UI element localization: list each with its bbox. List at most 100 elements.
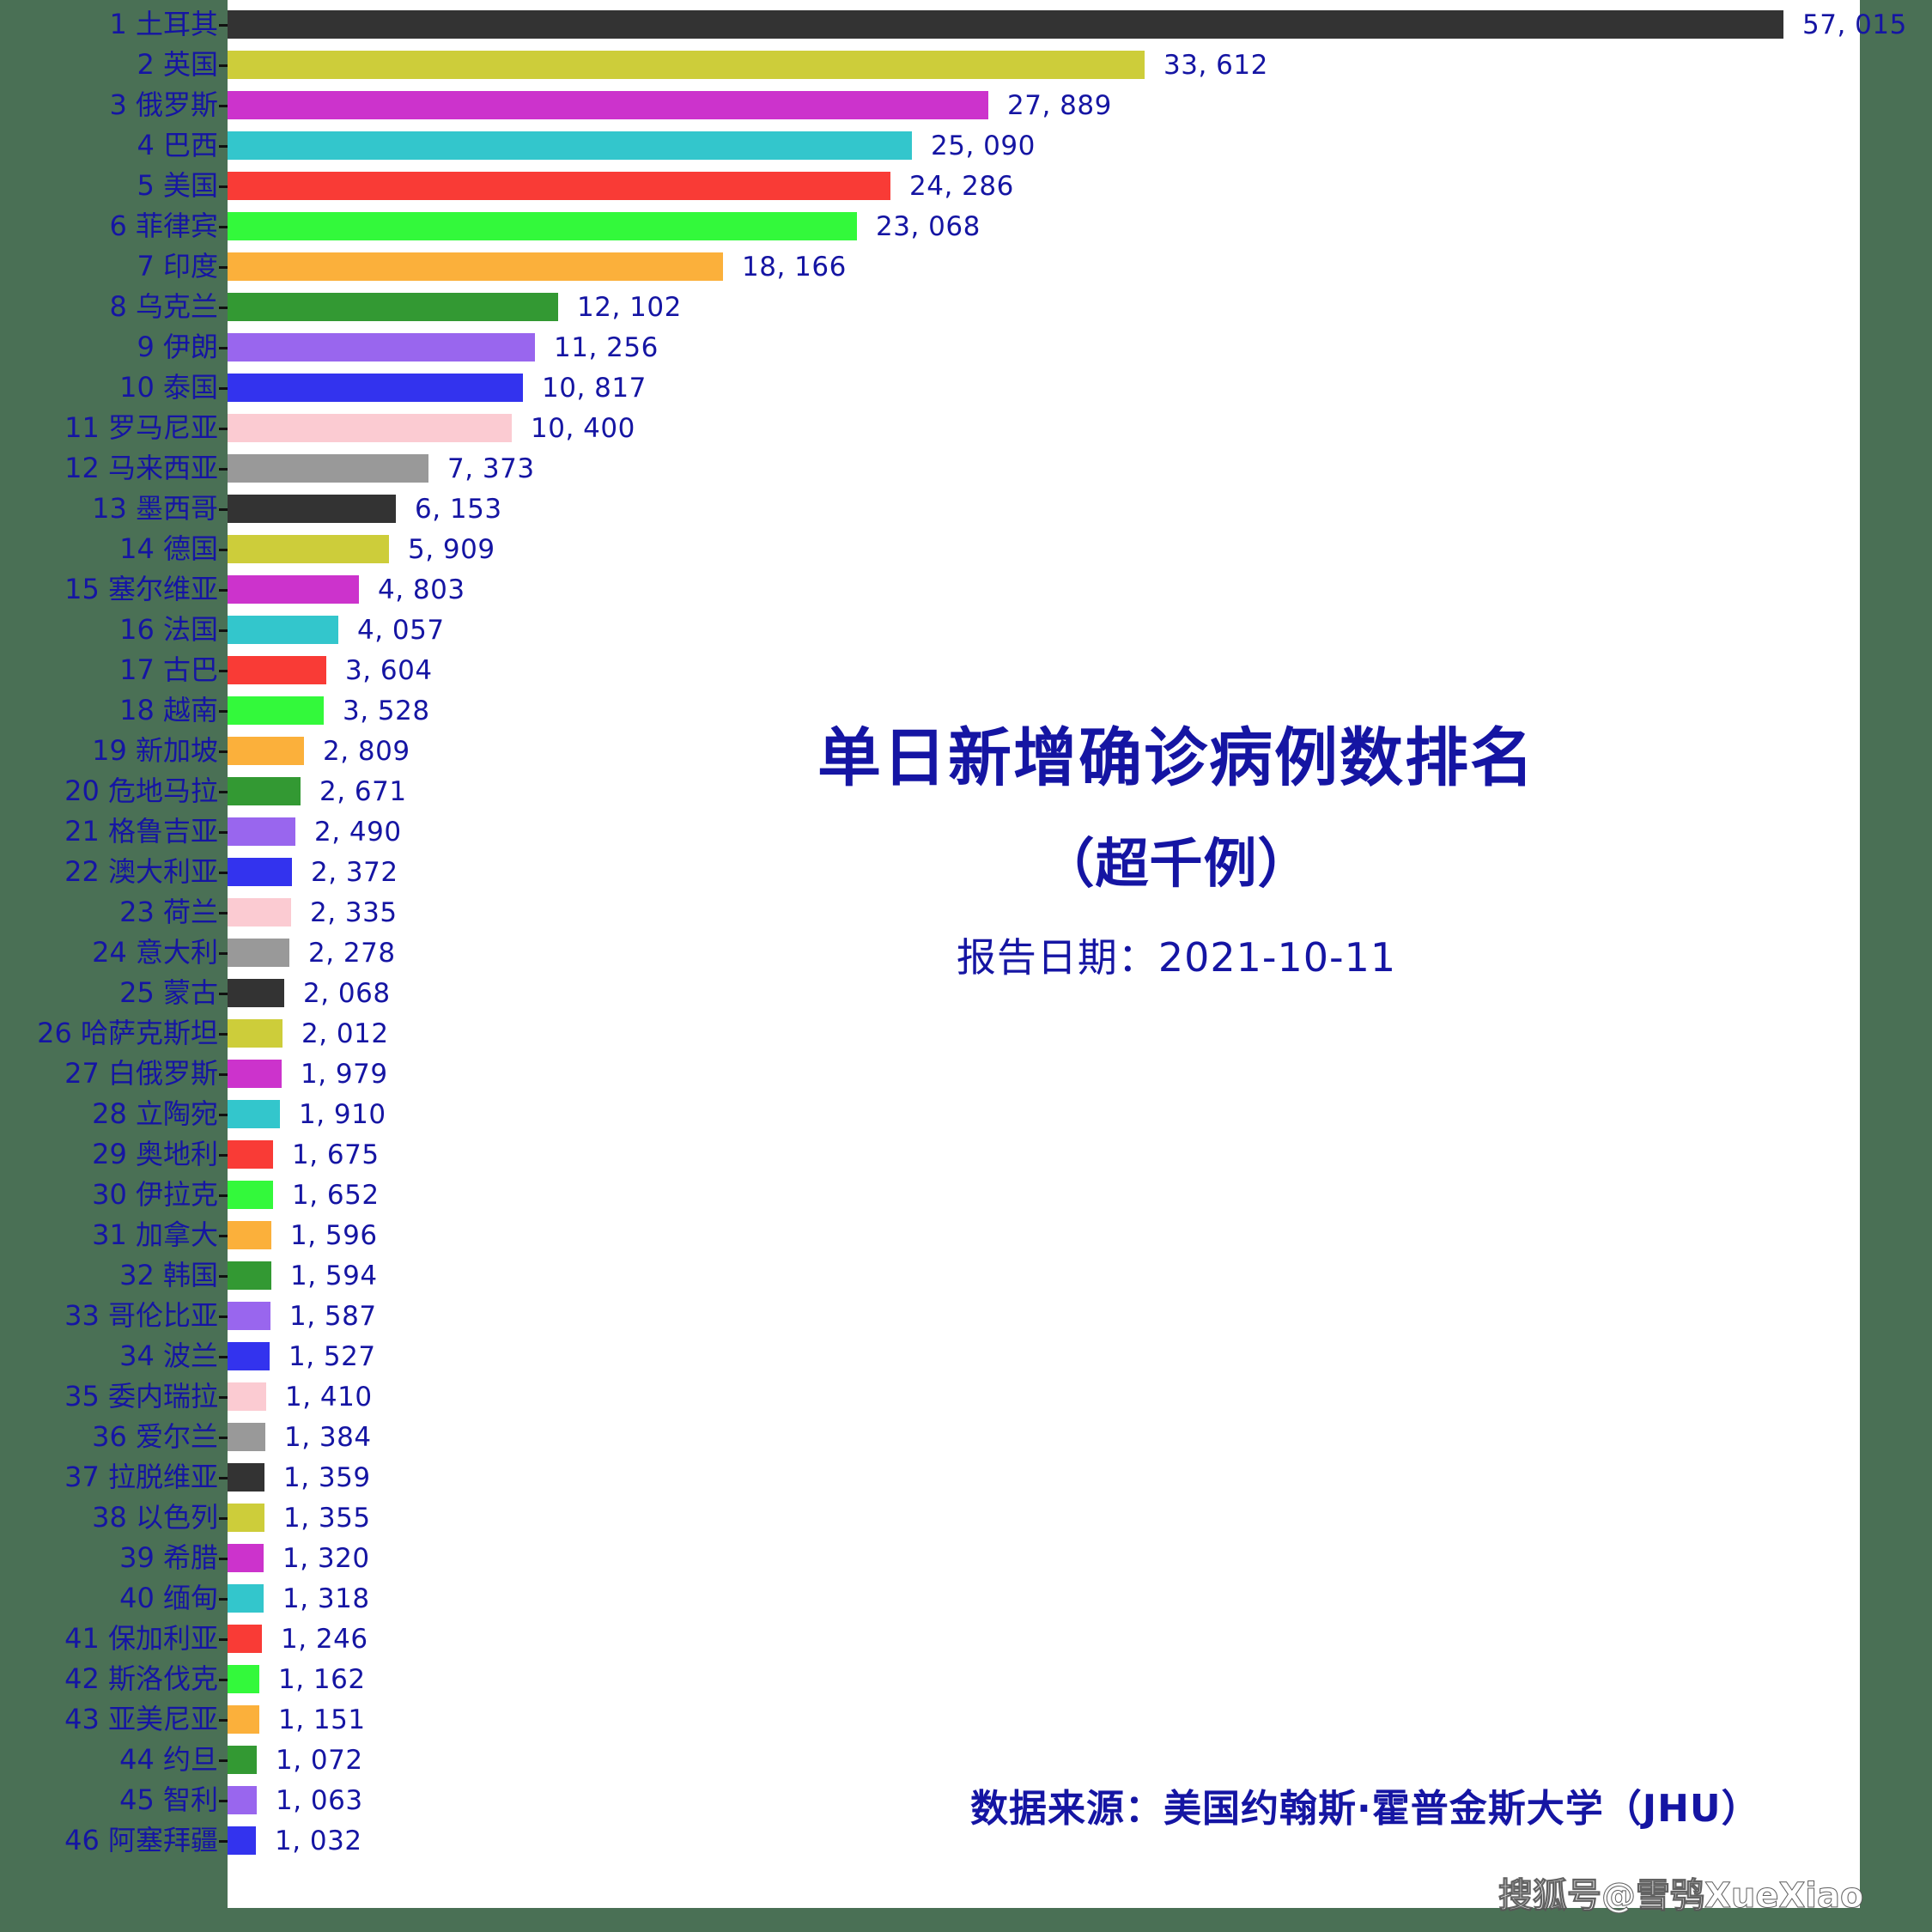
bar <box>228 1060 282 1088</box>
y-axis-tick-mark <box>219 548 228 551</box>
bar <box>228 374 523 402</box>
bar-value-label: 6, 153 <box>415 493 502 525</box>
bar <box>228 1261 271 1290</box>
y-axis-tick-label: 34 波兰 <box>119 1339 218 1372</box>
bar <box>228 1826 256 1855</box>
bar-value-label: 23, 068 <box>876 210 981 242</box>
chart-bar-row: 1, 318 <box>228 1583 1860 1614</box>
bar-value-label: 3, 604 <box>345 654 433 686</box>
bar-value-label: 1, 320 <box>283 1542 370 1574</box>
y-axis-tick-mark <box>219 1274 228 1278</box>
y-axis-tick-mark <box>219 225 228 228</box>
bar <box>228 1100 280 1128</box>
bar <box>228 575 359 604</box>
bar-value-label: 1, 318 <box>283 1583 370 1614</box>
bar-value-label: 1, 384 <box>284 1421 372 1453</box>
y-axis-tick-mark <box>219 1678 228 1681</box>
y-axis-tick-label: 6 菲律宾 <box>109 209 218 242</box>
bar <box>228 172 890 200</box>
bar-value-label: 4, 803 <box>378 574 465 605</box>
y-axis-tick-label: 29 奥地利 <box>92 1137 218 1170</box>
bar-value-label: 2, 012 <box>301 1018 389 1049</box>
chart-bar-row: 1, 384 <box>228 1421 1860 1453</box>
y-axis-tick-label: 22 澳大利亚 <box>64 854 218 888</box>
y-axis-tick-mark <box>219 1395 228 1399</box>
y-axis-tick-label: 45 智利 <box>119 1783 218 1816</box>
y-axis-tick-label: 8 乌克兰 <box>109 289 218 323</box>
y-axis-tick-mark <box>219 427 228 430</box>
bar <box>228 1221 271 1249</box>
y-axis-tick-mark <box>219 1315 228 1318</box>
bar <box>228 898 291 927</box>
bar <box>228 293 558 321</box>
bar-value-label: 1, 151 <box>278 1704 366 1735</box>
bar-value-label: 1, 675 <box>292 1139 380 1170</box>
y-axis-tick-label: 23 荷兰 <box>119 895 218 928</box>
bar <box>228 696 324 725</box>
chart-bar-row: 1, 072 <box>228 1745 1860 1776</box>
bar-value-label: 2, 278 <box>308 937 396 969</box>
y-axis-tick-label: 36 爱尔兰 <box>92 1419 218 1453</box>
bar-value-label: 2, 335 <box>310 896 398 928</box>
y-axis-tick-label: 11 罗马尼亚 <box>64 410 218 444</box>
bar-value-label: 1, 979 <box>301 1058 388 1090</box>
y-axis-tick-label: 40 缅甸 <box>119 1581 218 1614</box>
bar <box>228 1302 270 1330</box>
y-axis-tick-mark <box>219 629 228 632</box>
bar-value-label: 11, 256 <box>554 331 659 363</box>
bar-value-label: 1, 527 <box>289 1340 376 1372</box>
y-axis-tick-mark <box>219 1839 228 1843</box>
y-axis-tick-mark <box>219 911 228 914</box>
watermark-label: 搜狐号@雪鸮XueXiao <box>1498 1876 1864 1917</box>
chart-bar-row: 6, 153 <box>228 493 1860 525</box>
y-axis-tick-label: 37 拉脱维亚 <box>64 1460 218 1493</box>
bar <box>228 1463 264 1492</box>
bar-value-label: 1, 596 <box>290 1219 378 1251</box>
y-axis-tick-label: 46 阿塞拜疆 <box>64 1823 218 1856</box>
bar-value-label: 1, 162 <box>278 1663 366 1695</box>
y-axis-tick-label: 1 土耳其 <box>109 7 218 40</box>
bar <box>228 1382 266 1411</box>
bar-value-label: 1, 587 <box>289 1300 377 1332</box>
chart-bar-row: 18, 166 <box>228 252 1860 283</box>
chart-bar-row: 1, 675 <box>228 1139 1860 1170</box>
y-axis-tick-label: 28 立陶宛 <box>92 1097 218 1130</box>
bar <box>228 535 389 563</box>
y-axis-tick-label: 10 泰国 <box>119 370 218 404</box>
bar <box>228 1544 264 1572</box>
bar-value-label: 1, 652 <box>292 1179 380 1211</box>
y-axis-tick-label: 25 蒙古 <box>119 975 218 1009</box>
chart-bar-row: 2, 012 <box>228 1018 1860 1049</box>
bar <box>228 1181 273 1209</box>
chart-bar-row: 1, 910 <box>228 1099 1860 1130</box>
y-axis-tick-mark <box>219 1234 228 1237</box>
bar-value-label: 10, 817 <box>542 372 647 404</box>
bar-value-label: 10, 400 <box>531 412 635 444</box>
y-axis-tick-label: 43 亚美尼亚 <box>64 1702 218 1735</box>
y-axis-tick-mark <box>219 1516 228 1520</box>
y-axis-tick-mark <box>219 992 228 995</box>
y-axis-tick-mark <box>219 104 228 107</box>
y-axis-tick-label: 9 伊朗 <box>137 330 218 363</box>
y-axis-tick-label: 24 意大利 <box>92 935 218 969</box>
y-axis-tick-label: 31 加拿大 <box>92 1218 218 1251</box>
y-axis-tick-label: 33 哥伦比亚 <box>64 1298 218 1332</box>
bar <box>228 939 289 967</box>
y-axis-tick-mark <box>219 1637 228 1641</box>
chart-bar-row: 24, 286 <box>228 171 1860 202</box>
bar <box>228 656 326 684</box>
bar-value-label: 2, 068 <box>303 977 391 1009</box>
y-axis-tick-mark <box>219 507 228 511</box>
chart-bar-row: 27, 889 <box>228 90 1860 121</box>
chart-bar-row: 1, 587 <box>228 1300 1860 1332</box>
bar-value-label: 2, 372 <box>311 856 398 888</box>
bar <box>228 777 301 805</box>
y-axis-tick-mark <box>219 1194 228 1197</box>
y-axis-tick-mark <box>219 144 228 148</box>
y-axis-tick-label: 39 希腊 <box>119 1540 218 1574</box>
y-axis-tick-label: 17 古巴 <box>119 653 218 686</box>
y-axis-tick-label: 38 以色列 <box>92 1500 218 1534</box>
y-axis-tick-mark <box>219 750 228 753</box>
chart-bar-row: 1, 320 <box>228 1542 1860 1574</box>
y-axis-tick-mark <box>219 1597 228 1601</box>
